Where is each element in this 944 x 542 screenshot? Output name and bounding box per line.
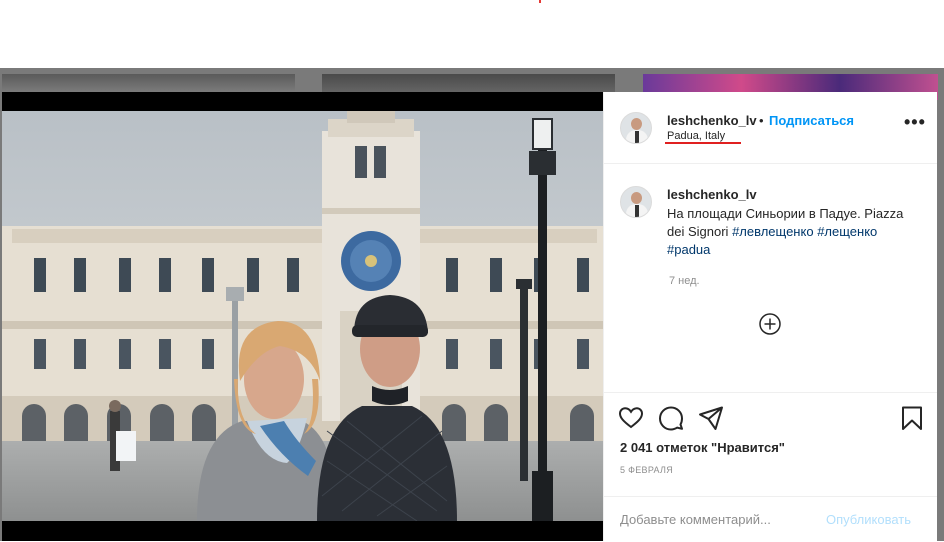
avatar[interactable] xyxy=(620,186,652,218)
send-icon[interactable] xyxy=(698,405,724,431)
add-comment-bar: Добавьте комментарий... Опубликовать xyxy=(604,496,937,542)
post-side-panel: leshchenko_lv • Подписаться Padua, Italy… xyxy=(603,92,937,541)
hashtag-link[interactable]: #левлещенко xyxy=(732,224,814,239)
separator-bullet: • xyxy=(759,113,764,128)
location-underline-mark xyxy=(665,142,741,144)
caption-username[interactable]: leshchenko_lv xyxy=(667,187,757,202)
post-photo[interactable] xyxy=(2,111,603,521)
comments-section: leshchenko_lv На площади Синьории в Паду… xyxy=(604,164,937,392)
red-mark xyxy=(539,0,541,3)
location-link[interactable]: Padua, Italy xyxy=(667,130,725,142)
publish-button[interactable]: Опубликовать xyxy=(826,512,911,527)
plus-circle-icon[interactable] xyxy=(759,313,781,335)
post-age: 7 нед. xyxy=(669,275,700,287)
avatar[interactable] xyxy=(620,112,652,144)
follow-button[interactable]: Подписаться xyxy=(769,113,854,128)
heart-icon[interactable] xyxy=(618,405,644,431)
page-top-area xyxy=(0,0,944,68)
bookmark-icon[interactable] xyxy=(899,405,925,431)
more-options-icon[interactable]: ••• xyxy=(904,113,926,131)
post-header: leshchenko_lv • Подписаться Padua, Italy… xyxy=(604,92,937,164)
author-username[interactable]: leshchenko_lv xyxy=(667,113,757,128)
post-actions: 2 041 отметок "Нравится" 5 ФЕВРАЛЯ xyxy=(604,392,937,503)
comment-icon[interactable] xyxy=(658,405,684,431)
hashtag-link[interactable]: #padua xyxy=(667,242,710,257)
hashtag-link[interactable]: #лещенко xyxy=(817,224,877,239)
like-count[interactable]: 2 041 отметок "Нравится" xyxy=(620,440,785,455)
comment-input[interactable]: Добавьте комментарий... xyxy=(620,512,771,527)
post-caption: На площади Синьории в Падуе. Piazza dei … xyxy=(667,205,907,259)
post-date: 5 ФЕВРАЛЯ xyxy=(620,465,674,475)
